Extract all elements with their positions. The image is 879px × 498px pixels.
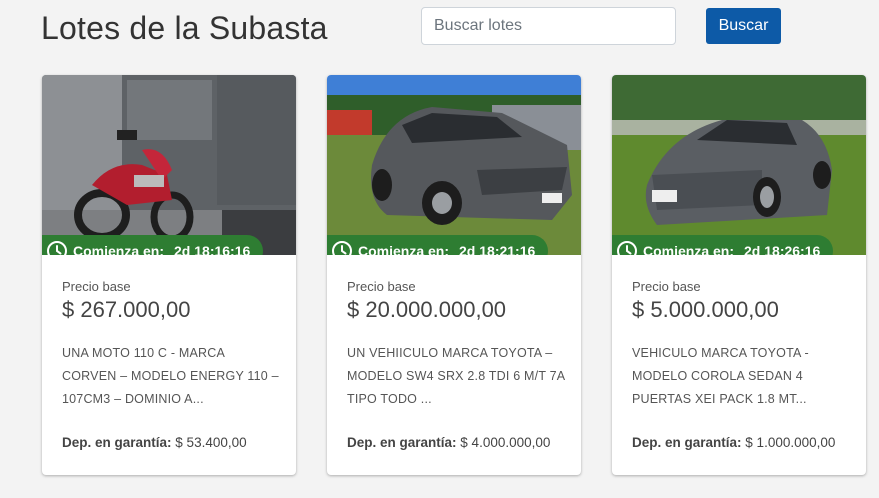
countdown-label: Comienza en: <box>73 243 165 255</box>
lot-card[interactable]: Comienza en: 2d 18:21:16 Precio base $ 2… <box>327 75 581 475</box>
clock-icon <box>331 240 353 255</box>
lot-description: UNA MOTO 110 C - MARCA CORVEN – MODELO E… <box>62 346 279 406</box>
countdown-badge: Comienza en: 2d 18:16:16 <box>42 235 264 255</box>
lot-description: VEHICULO MARCA TOYOTA - MODELO COROLA SE… <box>632 346 809 406</box>
page-title: Lotes de la Subasta <box>41 10 328 46</box>
guarantee-deposit: Dep. en garantía: $ 53.400,00 <box>62 435 247 450</box>
guarantee-amount: $ 53.400,00 <box>175 435 247 450</box>
guarantee-label: Dep. en garantía: <box>62 435 172 450</box>
lot-image-motorcycle[interactable]: Comienza en: 2d 18:16:16 <box>42 75 296 255</box>
countdown-badge: Comienza en: 2d 18:21:16 <box>327 235 549 255</box>
countdown-value: 2d 18:21:16 <box>459 243 536 255</box>
lot-description: UN VEHIICULO MARCA TOYOTA – MODELO SW4 S… <box>347 346 565 406</box>
base-price-label: Precio base <box>347 279 416 294</box>
guarantee-label: Dep. en garantía: <box>632 435 742 450</box>
guarantee-amount: $ 1.000.000,00 <box>745 435 836 450</box>
guarantee-amount: $ 4.000.000,00 <box>460 435 551 450</box>
auction-page: Lotes de la Subasta Buscar lotes Buscar … <box>0 0 879 498</box>
base-price-label: Precio base <box>62 279 131 294</box>
base-price-label: Precio base <box>632 279 701 294</box>
guarantee-deposit: Dep. en garantía: $ 1.000.000,00 <box>632 435 835 450</box>
lot-card[interactable]: Comienza en: 2d 18:16:16 Precio base $ 2… <box>42 75 296 475</box>
lot-card-body: Precio base $ 5.000.000,00 VEHICULO MARC… <box>612 255 866 475</box>
clock-icon <box>46 240 68 255</box>
countdown-value: 2d 18:26:16 <box>744 243 821 255</box>
search-input[interactable] <box>421 7 676 45</box>
base-price: $ 20.000.000,00 <box>347 297 507 322</box>
countdown-badge: Comienza en: 2d 18:26:16 <box>612 235 834 255</box>
countdown-label: Comienza en: <box>358 243 450 255</box>
guarantee-deposit: Dep. en garantía: $ 4.000.000,00 <box>347 435 550 450</box>
search-button[interactable]: Buscar <box>706 8 781 44</box>
base-price: $ 5.000.000,00 <box>632 297 779 322</box>
countdown-value: 2d 18:16:16 <box>174 243 251 255</box>
clock-icon <box>616 240 638 255</box>
countdown-label: Comienza en: <box>643 243 735 255</box>
base-price: $ 267.000,00 <box>62 297 191 322</box>
lot-image-suv[interactable]: Comienza en: 2d 18:21:16 <box>327 75 581 255</box>
lot-image-sedan[interactable]: Comienza en: 2d 18:26:16 <box>612 75 866 255</box>
lot-card[interactable]: Comienza en: 2d 18:26:16 Precio base $ 5… <box>612 75 866 475</box>
lot-card-body: Precio base $ 267.000,00 UNA MOTO 110 C … <box>42 255 296 475</box>
lot-card-body: Precio base $ 20.000.000,00 UN VEHIICULO… <box>327 255 581 475</box>
guarantee-label: Dep. en garantía: <box>347 435 457 450</box>
